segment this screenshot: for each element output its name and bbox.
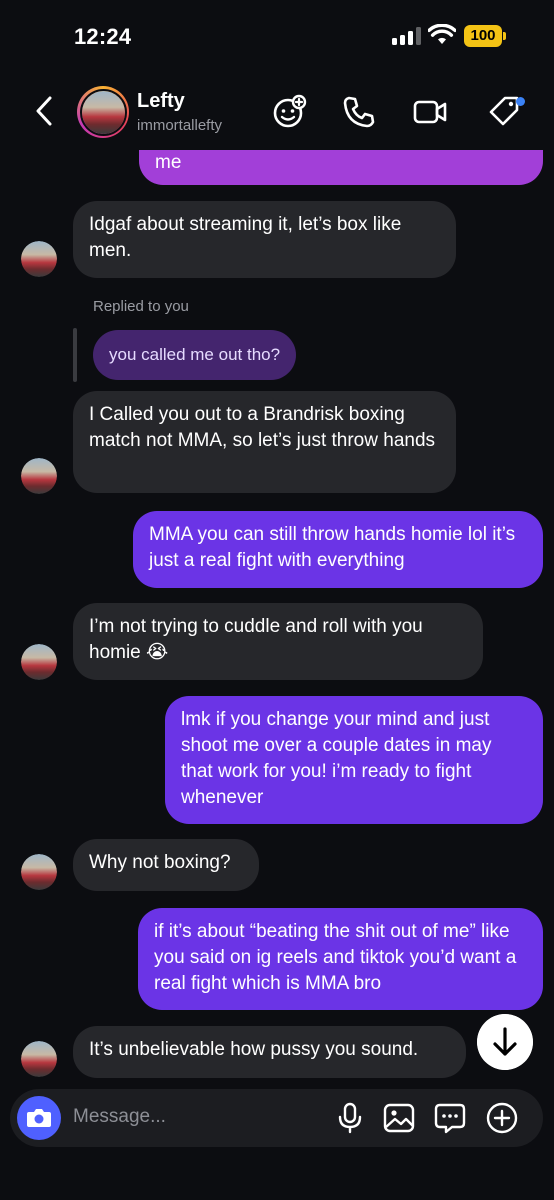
sender-avatar[interactable] — [21, 854, 57, 890]
video-camera-icon[interactable] — [412, 94, 448, 130]
add-icon[interactable] — [485, 1101, 519, 1135]
message-incoming[interactable]: Why not boxing? — [73, 839, 259, 891]
status-time: 12:24 — [74, 24, 132, 49]
status-bar: 12:24 100 — [0, 0, 554, 72]
phone-icon[interactable] — [341, 94, 377, 130]
wifi-icon — [428, 24, 456, 44]
message-list[interactable]: me Idgaf about streaming it, let’s box l… — [0, 128, 554, 1088]
notification-dot — [516, 97, 525, 106]
message-outgoing[interactable]: if it’s about “beating the shit out of m… — [138, 908, 543, 1010]
message-text: Why not boxing? — [89, 852, 231, 873]
message-incoming[interactable]: I Called you out to a Brandrisk boxing m… — [73, 391, 456, 493]
message-text: Idgaf about streaming it, let’s box like… — [89, 214, 402, 261]
microphone-icon[interactable] — [333, 1101, 367, 1135]
sender-avatar[interactable] — [21, 1041, 57, 1077]
message-outgoing[interactable]: lmk if you change your mind and just sho… — [165, 696, 543, 824]
sticker-effects-icon[interactable] — [271, 94, 307, 130]
sender-avatar[interactable] — [21, 458, 57, 494]
message-incoming[interactable]: It’s unbelievable how pussy you sound. — [73, 1026, 466, 1078]
message-text: lmk if you change your mind and just sho… — [181, 709, 492, 808]
message-text: It’s unbelievable how pussy you sound. — [89, 1039, 419, 1060]
sender-avatar[interactable] — [21, 644, 57, 680]
message-outgoing[interactable]: MMA you can still throw hands homie lol … — [133, 511, 543, 588]
battery-level: 100 — [464, 25, 502, 47]
message-incoming[interactable]: I’m not trying to cuddle and roll with y… — [73, 603, 483, 680]
chat-header: Lefty immortallefty — [0, 72, 554, 150]
replied-message-quote[interactable]: you called me out tho? — [93, 330, 297, 380]
arrow-down-icon[interactable] — [477, 1014, 533, 1070]
reply-label: Replied to you — [93, 298, 189, 315]
sticker-chat-icon[interactable] — [433, 1101, 467, 1135]
camera-icon — [27, 1109, 51, 1127]
message-text: I’m not trying to cuddle and roll with y… — [89, 616, 423, 663]
contact-avatar[interactable] — [77, 86, 129, 138]
message-incoming[interactable]: Idgaf about streaming it, let’s box like… — [73, 201, 456, 278]
camera-button[interactable] — [17, 1096, 61, 1140]
gallery-icon[interactable] — [382, 1101, 416, 1135]
sender-avatar[interactable] — [21, 241, 57, 277]
message-input[interactable]: Message... — [73, 1106, 166, 1128]
message-text: MMA you can still throw hands homie lol … — [149, 524, 516, 571]
cellular-signal-icon — [392, 27, 422, 45]
message-text: if it’s about “beating the shit out of m… — [154, 921, 517, 994]
reply-indicator-bar — [73, 328, 77, 382]
message-text: I Called you out to a Brandrisk boxing m… — [89, 404, 436, 451]
contact-name[interactable]: Lefty — [137, 90, 185, 113]
message-text: me — [155, 152, 182, 173]
back-chevron-icon[interactable] — [30, 92, 60, 130]
battery-indicator: 100 — [464, 25, 506, 47]
contact-handle[interactable]: immortallefty — [137, 117, 222, 134]
message-composer: Message... — [10, 1089, 543, 1147]
